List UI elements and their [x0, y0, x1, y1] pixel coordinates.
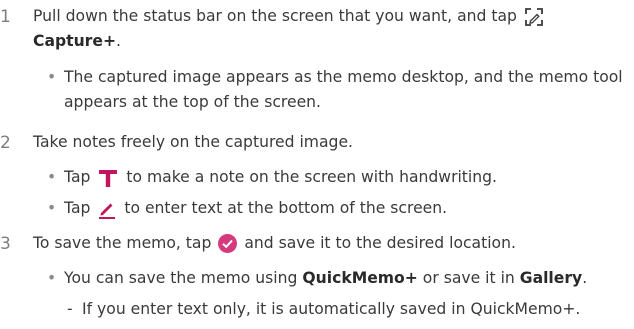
sub-bullet-text: If you enter text only, it is automatica…: [82, 300, 581, 318]
capture-plus-icon: [524, 7, 544, 27]
bullet-text-part: .: [582, 269, 588, 287]
bullet-text-part: Tap: [64, 168, 91, 186]
bullet-text: You can save the memo using QuickMemo+ o…: [64, 266, 628, 291]
text-t-icon: [97, 168, 119, 188]
bullet-text-part: to enter text at the bottom of the scree…: [124, 199, 448, 217]
bullet-dot: •: [47, 168, 57, 186]
bullet-dot: •: [47, 68, 57, 86]
bullet-dot: •: [47, 199, 57, 217]
step-number: 3: [0, 234, 11, 254]
step-text: Take notes freely on the captured image.: [33, 133, 353, 151]
bullet-text-part: You can save the memo using: [64, 269, 298, 287]
step-text-part: .: [116, 32, 121, 51]
bullet-text-part: or save it in: [422, 269, 515, 287]
gallery-label: Gallery: [519, 269, 583, 287]
quickmemo-label: QuickMemo+: [302, 269, 418, 287]
bullet-text-part: to make a note on the screen with handwr…: [126, 168, 497, 186]
manual-page: 1 Pull down the status bar on the screen…: [0, 0, 634, 329]
step-text: Pull down the status bar on the screen t…: [33, 4, 630, 55]
check-icon: [218, 234, 238, 253]
step-number: 2: [0, 133, 11, 153]
step-text-part: To save the memo, tap: [33, 234, 212, 252]
bullet-text: The captured image appears as the memo d…: [64, 68, 623, 112]
dash-marker: -: [67, 300, 73, 318]
step-text-part: Pull down the status bar on the screen t…: [33, 7, 517, 25]
bullet-dot: •: [47, 269, 57, 287]
step-text: To save the memo, tap and save it to the…: [33, 231, 630, 256]
bullet-text: Tap to enter text at the bottom of the s…: [64, 196, 628, 221]
step-number: 1: [0, 7, 11, 27]
bullet-text: Tap to make a note on the screen with ha…: [64, 165, 628, 190]
pen-icon: [97, 199, 117, 219]
step-text-part: and save it to the desired location.: [244, 234, 516, 252]
bullet-text-part: Tap: [64, 199, 91, 217]
capture-plus-label: Capture+: [33, 32, 117, 51]
